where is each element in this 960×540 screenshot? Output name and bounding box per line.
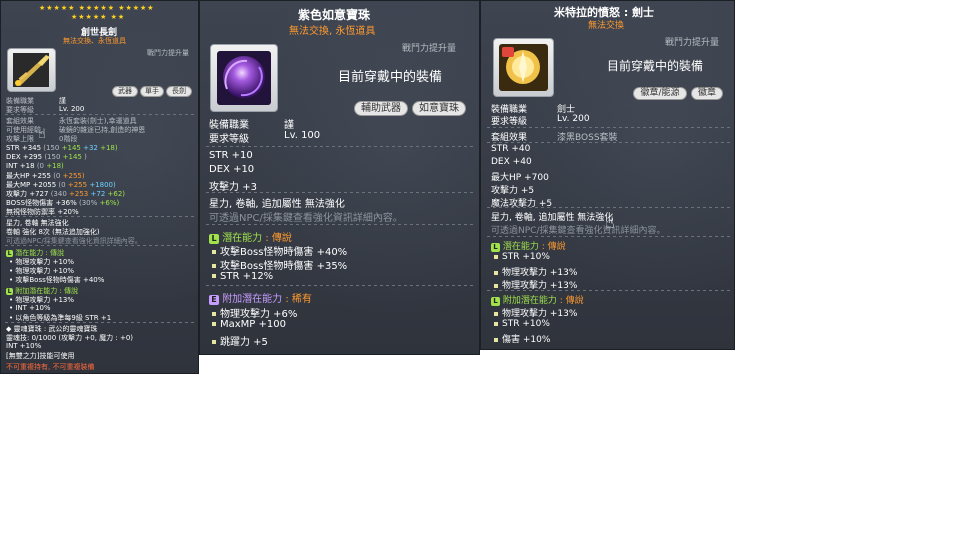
bonus-potential-title: L 附加潛在能力 : 傳說 (491, 293, 584, 306)
stat-line: 攻擊力 +3 (209, 182, 257, 193)
potential-title: L 潛在能力 : 傳說 (491, 239, 566, 252)
legendary-badge: L (6, 250, 13, 257)
bonus-line: 傷害 +10% (494, 332, 550, 345)
stat-line: 攻擊力 +5 (491, 186, 535, 196)
job-label: 裝備職業 (209, 120, 249, 131)
bonus-line: 跳躍力 +5 (212, 333, 268, 348)
tag-emblem-energy: 徽章/能源 (633, 87, 687, 100)
potential-line: 攻擊Boss怪物時傷害 +40% (212, 243, 347, 258)
stat-line: INT +18 (0 +18) (6, 162, 64, 170)
tag-longsword: 長劍 (166, 86, 192, 97)
atk-limit-label: 攻擊上限 (6, 135, 34, 143)
potential-line: 攻擊Boss怪物時傷害 +35% (212, 257, 347, 272)
sword-icon (7, 48, 56, 92)
combat-power-label: 戰鬥力提升量 (665, 38, 720, 48)
bonus-potential-title: E 附加潛在能力 : 稀有 (209, 290, 312, 305)
tag-secondary-weapon: 輔助武器 (354, 101, 408, 116)
npc-note: 可透過NPC/採集鍵查看強化資訊詳細內容。 (209, 213, 403, 224)
stat-line: 最大HP +700 (491, 173, 549, 183)
star-force-row-2: ★★★★★ ★★ (71, 13, 126, 21)
stat-line: STR +345 (150 +145 +32 +18) (6, 144, 118, 152)
combat-power-label: 戰鬥力提升量 (147, 49, 189, 57)
atk-limit-value: 0階段 (59, 135, 78, 143)
level-value: Lv. 200 (59, 105, 85, 113)
potential-line: STR +12% (212, 271, 273, 282)
bonus-line: • INT +10% (9, 304, 51, 312)
soul-int: INT +10% (6, 342, 42, 350)
stat-line: DEX +40 (491, 157, 532, 167)
orb-icon (210, 44, 278, 112)
skill-note: [無雙之力]技能可使用 (6, 352, 75, 360)
item-subtitle: 無法交換 (588, 21, 625, 31)
stat-line: STR +10 (209, 150, 253, 161)
star-force-note: 星力, 卷軸, 追加屬性 無法強化 (209, 199, 345, 210)
soul-gem-icon: ◆ (6, 325, 12, 333)
level-label: 要求等級 (491, 117, 528, 127)
potential-line: 物理攻擊力 +13% (494, 265, 577, 278)
legendary-badge: L (6, 288, 13, 295)
tag-one-handed: 單手 (140, 86, 164, 97)
star-force-row-1: ★★★★★ ★★★★★ ★★★★★ (39, 4, 155, 12)
rare-badge: E (209, 295, 219, 305)
tooltip-panel-emblem: 米特拉的憤怒 : 劍士 無法交換 戰鬥力提升量 目前穿戴中的裝備 徽章/能源 徽… (480, 0, 735, 350)
tooltip-panel-sword: ★★★★★ ★★★★★ ★★★★★ ★★★★★ ★★ 創世長劍 無法交換、永恆道… (0, 0, 199, 374)
cursor-icon: ☝ (38, 127, 46, 142)
emblem-icon (493, 38, 554, 97)
equipped-label: 目前穿戴中的裝備 (607, 59, 704, 73)
legendary-badge: L (491, 243, 500, 252)
level-label: 要求等級 (209, 134, 249, 145)
level-value: Lv. 200 (557, 114, 590, 124)
bonus-line: 物理攻擊力 +6% (212, 305, 297, 320)
stat-line: STR +40 (491, 144, 531, 154)
bonus-line: 物理攻擊力 +13% (494, 306, 577, 319)
bonus-line: STR +10% (494, 319, 550, 329)
bonus-line: MaxMP +100 (212, 319, 286, 330)
legendary-badge: L (491, 297, 500, 306)
npc-note: 可透過NPC/採集鍵查看強化資訊詳細內容。 (491, 226, 666, 236)
level-value: Lv. 100 (284, 130, 321, 141)
potential-title: L 潛在能力 : 傳說 (209, 229, 292, 244)
item-subtitle: 無法交換、永恆道具 (63, 37, 126, 45)
stat-line: DEX +10 (209, 164, 255, 175)
tag-orb: 如意寶珠 (412, 101, 466, 116)
item-subtitle: 無法交換, 永恆道具 (289, 26, 376, 37)
potential-line: STR +10% (494, 252, 550, 262)
combat-power-label: 戰鬥力提升量 (402, 44, 457, 54)
job-value: 謹 (284, 120, 294, 131)
cursor-icon: ☝ (605, 213, 615, 232)
tooltip-panel-orb: 紫色如意寶珠 無法交換, 永恆道具 戰鬥力提升量 目前穿戴中的裝備 輔助武器 如… (199, 0, 480, 355)
star-force-note: 星力, 卷軸, 追加屬性 無法強化 (491, 213, 614, 223)
potential-line: • 攻擊Boss怪物時傷害 +40% (9, 276, 105, 284)
item-title: 紫色如意寶珠 (298, 8, 371, 22)
warning-note: 不可重複持有, 不可重複裝備 (6, 363, 95, 371)
tag-emblem: 徽章 (691, 87, 723, 100)
tag-weapon: 武器 (112, 86, 138, 97)
equipped-label: 目前穿戴中的裝備 (338, 70, 443, 85)
stat-line: DEX +295 (150 +145 ) (6, 153, 87, 161)
